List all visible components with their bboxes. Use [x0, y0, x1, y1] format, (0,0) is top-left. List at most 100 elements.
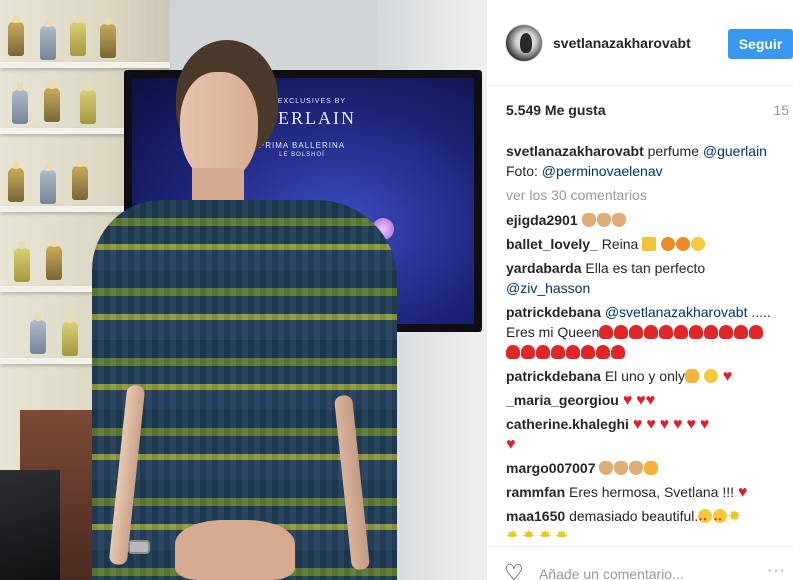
perfume-bottle [100, 17, 116, 58]
comment-input[interactable] [539, 564, 759, 580]
comment-bar: ♡ ··· [487, 546, 793, 580]
caption-tag-guerlain[interactable]: @guerlain [703, 143, 767, 159]
perfume-bottle [8, 161, 24, 202]
comment-username[interactable]: catherine.khaleghi [506, 416, 629, 432]
heart-emoji-icon: ♥ [636, 392, 646, 409]
rose-emoji-icon [734, 325, 749, 339]
heart-emoji-icon: ♥ [659, 416, 670, 433]
clap-emoji-icon [611, 213, 626, 227]
wristwatch [128, 540, 150, 554]
rose-emoji-icon [719, 325, 734, 339]
sparkle-emoji-icon: ✸ [506, 528, 519, 537]
heart-emoji-icon: ♥ [506, 436, 516, 453]
comment-text: Reina [601, 236, 643, 252]
list-item: maa1650 demasiado beautiful.✸ ✸ ✸ ✸ ✸ [506, 506, 786, 537]
smile-emoji-icon [691, 237, 706, 251]
caption-tag-photographer[interactable]: @perminovaelenav [542, 163, 663, 179]
perfume-bottle [62, 315, 78, 356]
comment-username[interactable]: _maria_georgiou [506, 392, 619, 408]
follow-button[interactable]: Seguir [728, 29, 793, 59]
comment-username[interactable]: patrickdebana [506, 304, 601, 320]
fox-emoji-icon [676, 237, 691, 251]
rose-emoji-icon [551, 345, 565, 359]
rose-emoji-icon [644, 325, 659, 339]
rose-emoji-icon [611, 345, 625, 359]
list-item: catherine.khaleghi ♥ ♥ ♥ ♥ ♥ ♥ ♥ [506, 414, 786, 454]
heart-emoji-icon: ♥ [686, 416, 696, 433]
sparkle-emoji-icon: ✸ [522, 528, 536, 537]
rose-emoji-icon [596, 345, 610, 359]
header-username[interactable]: svetlanazakharovabt [553, 35, 691, 51]
comment-text: El uno y only [604, 368, 685, 384]
fox-emoji-icon [661, 237, 676, 251]
wink-emoji-icon [703, 369, 718, 383]
person-emoji-icon [644, 461, 659, 475]
list-item: yardabarda Ella es tan perfecto @ziv_has… [506, 258, 786, 298]
likes-count[interactable]: 5.549 Me gusta [506, 102, 606, 118]
comment-text: Eres hermosa, Svetlana !!! [569, 484, 738, 500]
comment-username[interactable]: margo007007 [506, 460, 596, 476]
clap-emoji-icon [599, 461, 614, 475]
comment-username[interactable]: rammfan [506, 484, 565, 500]
clap-emoji-icon [629, 461, 644, 475]
perfume-bottle [40, 19, 56, 60]
heart-emoji-icon: ♥ [737, 484, 748, 501]
rose-emoji-icon [614, 325, 629, 339]
rose-emoji-icon [599, 325, 614, 339]
comment-tag[interactable]: @svetlanazakharovabt [605, 304, 748, 320]
list-item: margo007007 [506, 458, 786, 478]
post-sidebar: svetlanazakharovabt Seguir 5.549 Me gust… [487, 0, 793, 580]
list-item: _maria_georgiou ♥ ♥♥ [506, 390, 786, 410]
comments-list[interactable]: svetlanazakharovabt perfume @guerlain Fo… [506, 141, 786, 537]
list-item: ballet_lovely_ Reina [506, 234, 786, 254]
heart-emoji-icon: ♥ [632, 416, 643, 433]
caption-username[interactable]: svetlanazakharovabt [506, 143, 644, 159]
rose-emoji-icon [689, 325, 704, 339]
woman-face [180, 72, 258, 182]
post-photo[interactable]: THE EXCLUSIVES BY GUERLAIN PRIMA BALLERI… [0, 0, 487, 580]
rose-emoji-icon [581, 345, 595, 359]
clap-emoji-icon [596, 213, 611, 227]
avatar[interactable] [505, 24, 543, 62]
post-time[interactable]: 15 [773, 102, 789, 118]
comment-tag[interactable]: @ziv_hasson [506, 280, 590, 296]
heart-outline-icon[interactable]: ♡ [504, 562, 524, 580]
heart-emoji-icon: ♥ [646, 416, 656, 433]
laptop [0, 470, 60, 580]
caption-photo-credit: Foto: [506, 163, 542, 179]
perfume-bottle [70, 15, 86, 56]
comment-username[interactable]: ballet_lovely_ [506, 236, 598, 252]
perfume-bottle [80, 83, 96, 124]
heart-eyes-emoji-icon [698, 509, 713, 530]
caption: svetlanazakharovabt perfume @guerlain Fo… [506, 141, 786, 181]
heart-emoji-icon: ♥ [673, 416, 683, 433]
heart-eyes-emoji-icon [713, 509, 728, 530]
list-item: patrickdebana @svetlanazakharovabt .....… [506, 302, 786, 362]
perfume-bottle [72, 159, 88, 200]
list-item: ejigda2901 [506, 210, 786, 230]
perfume-bottle [8, 15, 24, 56]
rose-emoji-icon [506, 345, 520, 359]
comment-username[interactable]: maa1650 [506, 508, 565, 524]
more-options-icon[interactable]: ··· [767, 562, 786, 580]
comment-username[interactable]: patrickdebana [506, 368, 601, 384]
rose-emoji-icon [536, 345, 550, 359]
rose-emoji-icon [566, 345, 580, 359]
rose-emoji-icon [674, 325, 689, 339]
caption-text: perfume [643, 143, 703, 159]
perfume-bottle [30, 313, 46, 354]
heart-emoji-icon: ♥ [622, 392, 633, 409]
comment-text: demasiado beautiful. [569, 508, 699, 524]
heart-emoji-icon: ♥ [645, 392, 656, 409]
perfume-bottle [14, 241, 30, 282]
shelf [0, 62, 170, 68]
clasped-hands [175, 520, 295, 580]
post-header: svetlanazakharovabt Seguir [487, 0, 793, 86]
list-item: rammfan Eres hermosa, Svetlana !!! ♥ [506, 482, 786, 502]
sparkle-emoji-icon: ✸ [538, 528, 552, 537]
rose-emoji-icon [521, 345, 535, 359]
comment-username[interactable]: yardabarda [506, 260, 581, 276]
heart-emoji-icon: ♥ [699, 416, 710, 433]
comment-username[interactable]: ejigda2901 [506, 212, 578, 228]
view-all-comments-link[interactable]: ver los 30 comentarios [506, 185, 786, 205]
